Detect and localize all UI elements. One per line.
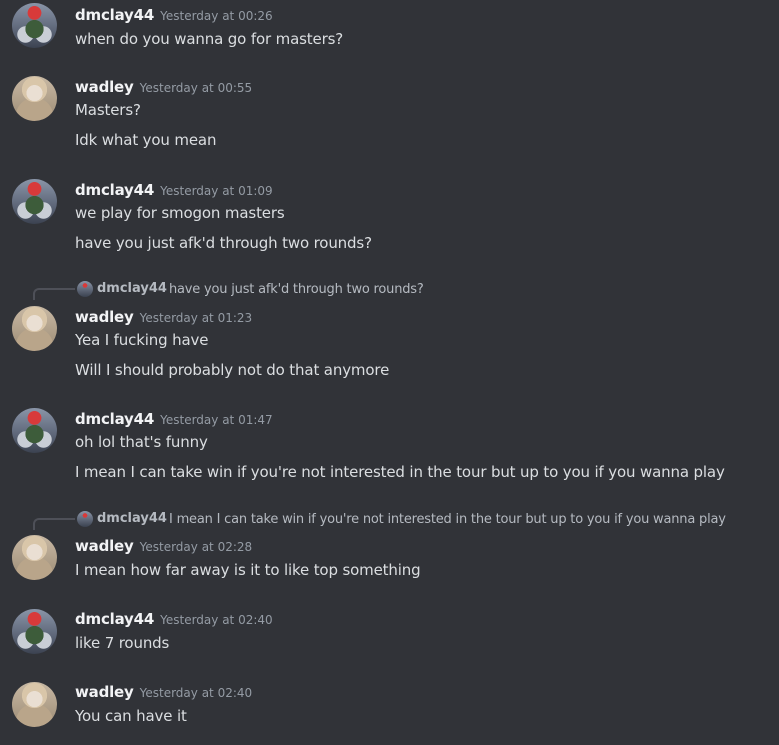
message-text: have you just afk'd through two rounds? (75, 234, 372, 252)
avatar[interactable] (12, 179, 57, 224)
avatar[interactable] (12, 682, 57, 727)
author-name[interactable]: dmclay44 (75, 6, 154, 24)
message-header: wadley Yesterday at 02:40 (75, 682, 252, 701)
reply-text[interactable]: I mean I can take win if you're not inte… (169, 512, 726, 527)
message-text: like 7 rounds (75, 634, 170, 652)
avatar[interactable] (12, 3, 57, 48)
avatar[interactable] (12, 408, 57, 453)
message-header: wadley Yesterday at 00:55 (75, 77, 252, 96)
timestamp[interactable]: Yesterday at 02:40 (160, 613, 273, 627)
chat-message-list[interactable]: dmclay44 Yesterday at 00:26 when do you w… (0, 0, 779, 745)
message-text: Masters? (75, 101, 141, 119)
timestamp[interactable]: Yesterday at 02:40 (140, 686, 253, 700)
message-text: I mean how far away is it to like top so… (75, 561, 421, 579)
message-text: oh lol that's funny (75, 433, 208, 451)
avatar[interactable] (12, 76, 57, 121)
avatar[interactable] (12, 535, 57, 580)
message-header: wadley Yesterday at 01:23 (75, 307, 252, 326)
author-name[interactable]: dmclay44 (75, 181, 154, 199)
message-text: we play for smogon masters (75, 204, 285, 222)
message-text: You can have it (75, 707, 187, 725)
reply-connector (33, 288, 75, 300)
message-header: dmclay44 Yesterday at 01:47 (75, 409, 273, 428)
reply-avatar (77, 511, 93, 527)
author-name[interactable]: wadley (75, 78, 134, 96)
reply-text[interactable]: have you just afk'd through two rounds? (169, 282, 424, 297)
reply-author[interactable]: dmclay44 (97, 281, 167, 296)
avatar[interactable] (12, 609, 57, 654)
message-text: Idk what you mean (75, 131, 217, 149)
message-text: Will I should probably not do that anymo… (75, 361, 390, 379)
author-name[interactable]: wadley (75, 537, 134, 555)
timestamp[interactable]: Yesterday at 00:26 (160, 9, 273, 23)
message-text: I mean I can take win if you're not inte… (75, 463, 725, 481)
timestamp[interactable]: Yesterday at 01:47 (160, 413, 273, 427)
message-header: dmclay44 Yesterday at 02:40 (75, 609, 273, 628)
timestamp[interactable]: Yesterday at 01:23 (140, 311, 253, 325)
reply-author[interactable]: dmclay44 (97, 511, 167, 526)
timestamp[interactable]: Yesterday at 02:28 (140, 540, 253, 554)
reply-connector (33, 518, 75, 530)
timestamp[interactable]: Yesterday at 00:55 (140, 81, 253, 95)
message-text: when do you wanna go for masters? (75, 30, 344, 48)
reply-avatar (77, 281, 93, 297)
author-name[interactable]: wadley (75, 683, 134, 701)
author-name[interactable]: dmclay44 (75, 610, 154, 628)
author-name[interactable]: wadley (75, 308, 134, 326)
avatar[interactable] (12, 306, 57, 351)
message-header: dmclay44 Yesterday at 01:09 (75, 180, 273, 199)
author-name[interactable]: dmclay44 (75, 410, 154, 428)
reply-preview[interactable]: dmclay44 have you just afk'd through two… (0, 280, 779, 300)
message-header: dmclay44 Yesterday at 00:26 (75, 5, 273, 24)
timestamp[interactable]: Yesterday at 01:09 (160, 184, 273, 198)
message-text: Yea I fucking have (75, 331, 209, 349)
reply-preview[interactable]: dmclay44 I mean I can take win if you're… (0, 510, 779, 530)
message-header: wadley Yesterday at 02:28 (75, 536, 252, 555)
